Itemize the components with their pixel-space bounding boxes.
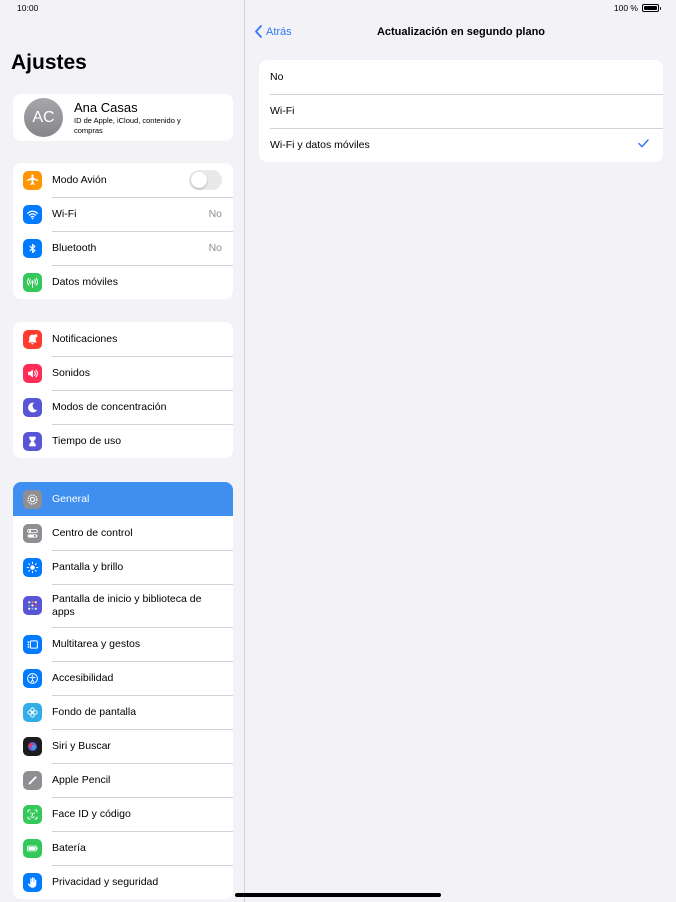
sidebar-item-label: Siri y Buscar: [52, 740, 111, 752]
general-group: General Centro de control Pantalla y bri…: [13, 482, 233, 899]
sidebar-item-label: General: [52, 493, 90, 505]
sidebar-item-label: Pantalla y brillo: [52, 561, 124, 573]
faceid-icon: [23, 804, 42, 824]
profile-subtitle: ID de Apple, iCloud, contenido y compras: [74, 116, 181, 135]
sidebar-item-label: Accesibilidad: [52, 672, 114, 684]
sidebar-item-label: Bluetooth: [52, 242, 97, 254]
option-wifi[interactable]: Wi-Fi: [259, 94, 663, 128]
sidebar-item-accessibility[interactable]: Accesibilidad: [13, 661, 233, 695]
sidebar-item-notifications[interactable]: Notificaciones: [13, 322, 233, 356]
sidebar-item-label: Modo Avión: [52, 174, 107, 186]
sidebar-item-control-center[interactable]: Centro de control: [13, 516, 233, 550]
siri-icon: [23, 736, 42, 756]
bell-icon: [23, 329, 42, 349]
notifications-group: Notificaciones Sonidos Modos de concentr…: [13, 322, 233, 458]
airplane-icon: [23, 170, 42, 190]
apple-id-profile[interactable]: AC Ana Casas ID de Apple, iCloud, conten…: [13, 94, 233, 141]
sidebar-item-wallpaper[interactable]: Fondo de pantalla: [13, 695, 233, 729]
sidebar-item-label: Multitarea y gestos: [52, 638, 141, 650]
airplane-mode-toggle[interactable]: [189, 170, 222, 190]
sidebar-item-wifi[interactable]: Wi-Fi No: [13, 197, 233, 231]
hand-icon: [23, 872, 42, 892]
bluetooth-status: No: [208, 242, 222, 254]
settings-sidebar: Ajustes AC Ana Casas ID de Apple, iCloud…: [0, 0, 245, 902]
option-wifi-and-mobile-data[interactable]: Wi-Fi y datos móviles: [259, 128, 663, 162]
option-label: No: [270, 71, 284, 83]
option-label: Wi-Fi y datos móviles: [270, 139, 370, 151]
app-grid-icon: [23, 596, 42, 615]
flower-icon: [23, 702, 42, 722]
switches-icon: [23, 523, 42, 543]
option-off[interactable]: No: [259, 60, 663, 94]
sidebar-title: Ajustes: [11, 51, 87, 74]
sidebar-item-screen-time[interactable]: Tiempo de uso: [13, 424, 233, 458]
antenna-icon: [23, 272, 42, 292]
sidebar-item-label: Tiempo de uso: [52, 435, 122, 447]
hourglass-icon: [23, 431, 42, 451]
avatar: AC: [24, 98, 63, 137]
option-label: Wi-Fi: [270, 105, 295, 117]
sidebar-item-label: Notificaciones: [52, 333, 118, 345]
sidebar-item-apple-pencil[interactable]: Apple Pencil: [13, 763, 233, 797]
sun-icon: [23, 557, 42, 577]
sidebar-item-label: Privacidad y seguridad: [52, 876, 159, 888]
sidebar-item-label: Face ID y código: [52, 808, 131, 820]
sidebar-item-label: Centro de control: [52, 527, 133, 539]
speaker-icon: [23, 363, 42, 383]
moon-icon: [23, 397, 42, 417]
sidebar-item-privacy[interactable]: Privacidad y seguridad: [13, 865, 233, 899]
accessibility-icon: [23, 668, 42, 688]
gear-icon: [23, 489, 42, 509]
sidebar-item-siri[interactable]: Siri y Buscar: [13, 729, 233, 763]
battery-icon: [23, 838, 42, 858]
sidebar-item-face-id[interactable]: Face ID y código: [13, 797, 233, 831]
background-refresh-options: No Wi-Fi Wi-Fi y datos móviles: [259, 60, 663, 162]
page-title: Actualización en segundo plano: [376, 26, 546, 38]
home-indicator[interactable]: [235, 893, 441, 897]
detail-pane: Atrás Actualización en segundo plano No …: [246, 0, 676, 902]
sidebar-item-airplane-mode[interactable]: Modo Avión: [13, 163, 233, 197]
pencil-icon: [23, 770, 42, 790]
wifi-status: No: [208, 208, 222, 220]
multitask-icon: [23, 634, 42, 654]
sidebar-item-label: Datos móviles: [52, 276, 118, 288]
sidebar-item-label: Sonidos: [52, 367, 90, 379]
checkmark-icon: [638, 139, 649, 151]
wifi-icon: [23, 204, 42, 224]
sidebar-item-mobile-data[interactable]: Datos móviles: [13, 265, 233, 299]
bluetooth-icon: [23, 238, 42, 258]
sidebar-item-bluetooth[interactable]: Bluetooth No: [13, 231, 233, 265]
profile-name: Ana Casas: [74, 100, 138, 115]
sidebar-item-home-screen[interactable]: Pantalla de inicio y biblioteca de apps: [13, 584, 233, 627]
sidebar-item-label: Pantalla de inicio y biblioteca de apps: [52, 592, 202, 618]
sidebar-item-label: Wi-Fi: [52, 208, 77, 220]
sidebar-item-label: Fondo de pantalla: [52, 706, 137, 718]
sidebar-item-focus[interactable]: Modos de concentración: [13, 390, 233, 424]
sidebar-item-battery[interactable]: Batería: [13, 831, 233, 865]
sidebar-item-sounds[interactable]: Sonidos: [13, 356, 233, 390]
sidebar-item-general[interactable]: General: [13, 482, 233, 516]
sidebar-item-label: Apple Pencil: [52, 774, 111, 786]
sidebar-item-display-brightness[interactable]: Pantalla y brillo: [13, 550, 233, 584]
sidebar-item-multitasking[interactable]: Multitarea y gestos: [13, 627, 233, 661]
sidebar-item-label: Modos de concentración: [52, 401, 167, 413]
sidebar-item-label: Batería: [52, 842, 86, 854]
connectivity-group: Modo Avión Wi-Fi No Bluetooth No Datos m…: [13, 163, 233, 299]
